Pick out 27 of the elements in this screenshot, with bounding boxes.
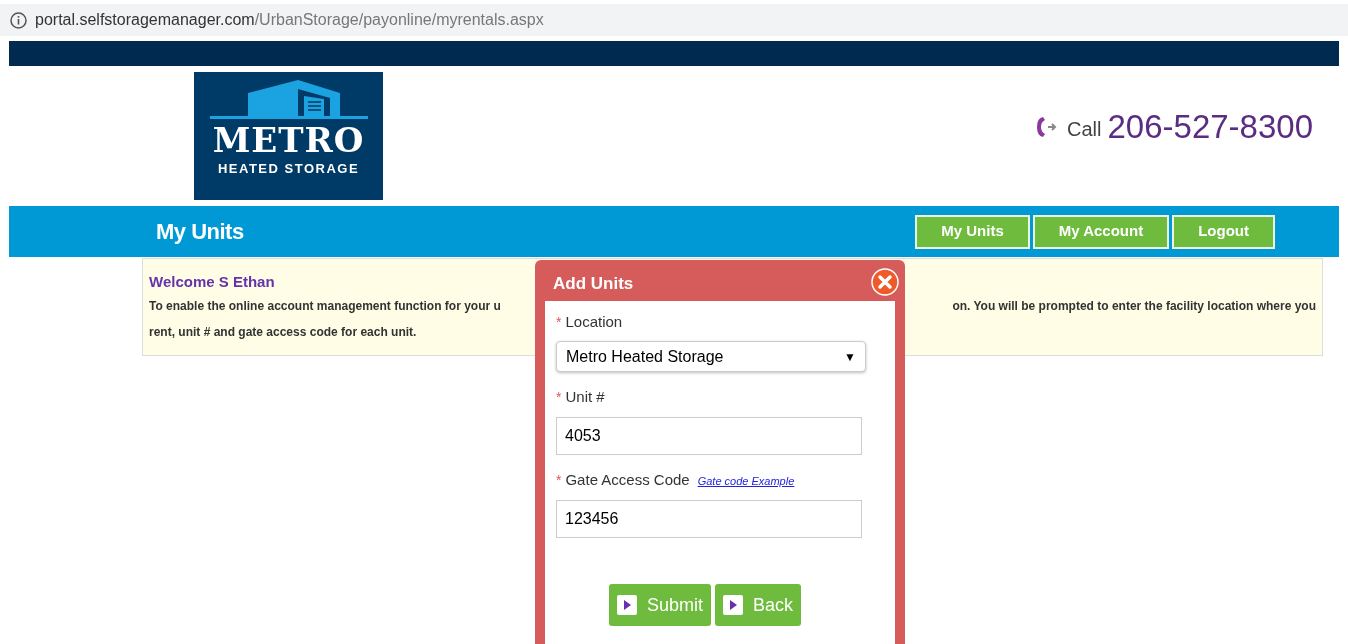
info-icon (10, 11, 27, 29)
field-label: Gate Access Code (565, 470, 690, 490)
required-mark: * (556, 313, 562, 332)
required-mark: * (556, 388, 562, 407)
url-host[interactable]: portal.selfstoragemanager.com (35, 8, 255, 32)
welcome-text: To enable the online account management function for your u (149, 298, 501, 314)
close-icon[interactable] (871, 267, 899, 296)
page-title: My Units (156, 218, 244, 246)
storage-building-icon (209, 79, 368, 121)
field-label: Location (565, 312, 623, 332)
field-label: Unit # (565, 387, 605, 407)
call-label: Call (1067, 117, 1102, 142)
logo-name: METRO (212, 121, 365, 159)
gate-code-example-link[interactable]: Gate code Example (697, 473, 795, 490)
input-field[interactable]: 4053 (556, 417, 862, 455)
play-icon (616, 595, 637, 615)
welcome-title: Welcome S Ethan (149, 272, 275, 292)
url-path[interactable]: /UrbanStorage/payonline/myrentals.aspx (254, 8, 544, 32)
play-icon (723, 595, 743, 615)
location-select[interactable]: Metro Heated Storage ▼ (556, 341, 866, 372)
welcome-text: rent, unit # and gate access code for each unit. (149, 324, 418, 340)
input-field[interactable]: 123456 (556, 500, 862, 538)
required-mark: * (556, 471, 562, 490)
dialog-title: Add Units (553, 272, 634, 295)
phone-number[interactable]: 206-527-8300 (1107, 108, 1313, 146)
logo-tagline: HEATED STORAGE (217, 160, 360, 178)
welcome-text: on. You will be prompted to enter the facility location where you (952, 298, 1316, 314)
